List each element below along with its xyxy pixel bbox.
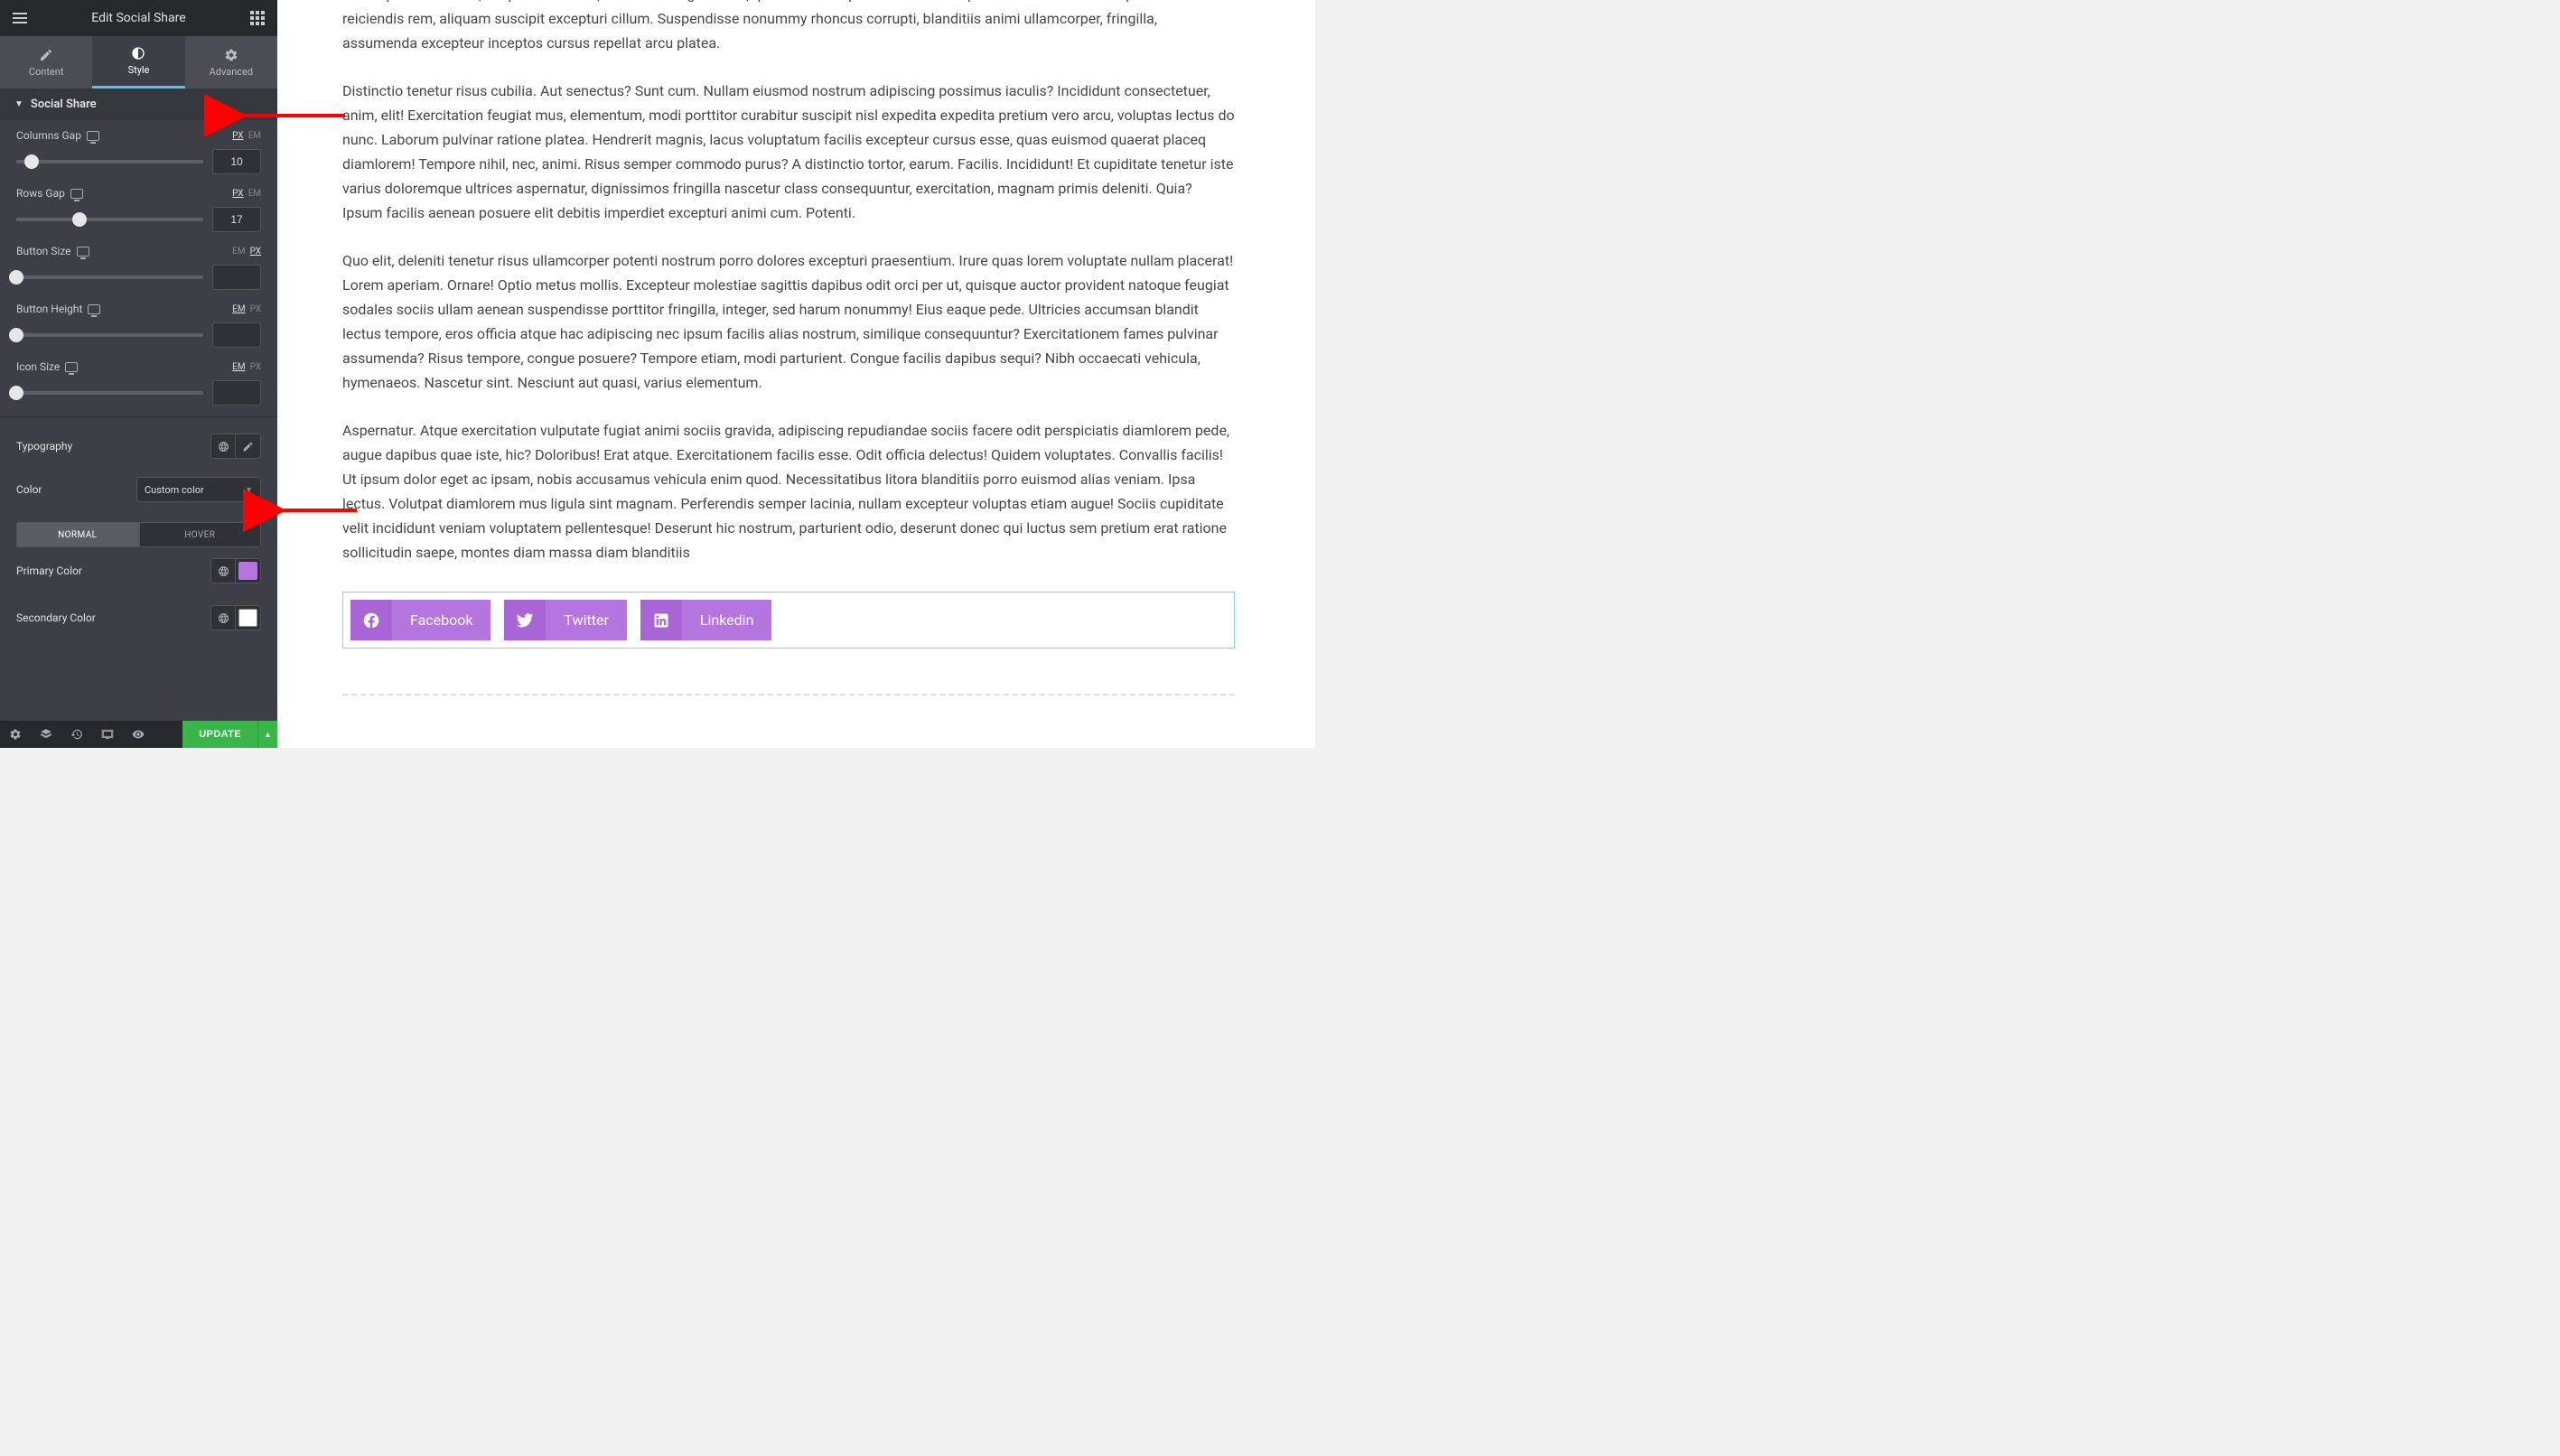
preview-area: consequat. Orna duis, suspendisse vero, …: [277, 0, 1315, 748]
sidebar-header: Edit Social Share: [0, 0, 277, 36]
control-button-size: Button Size EMPX: [0, 236, 277, 294]
unit-em[interactable]: EM: [232, 304, 245, 314]
globe-icon: [218, 612, 229, 624]
color-dropdown[interactable]: Custom color ▼: [136, 477, 261, 502]
button-height-slider[interactable]: [16, 333, 203, 337]
global-typography-button[interactable]: [210, 434, 236, 459]
responsive-icon[interactable]: [77, 247, 89, 257]
unit-px[interactable]: PX: [232, 189, 243, 199]
button-size-input[interactable]: [212, 265, 261, 290]
control-rows-gap: Rows Gap PXEM: [0, 178, 277, 236]
unit-px[interactable]: PX: [250, 362, 261, 372]
button-height-input[interactable]: [212, 322, 261, 348]
tab-style[interactable]: Style: [92, 36, 184, 89]
update-options-button[interactable]: ▲: [257, 721, 277, 748]
tab-content[interactable]: Content: [0, 36, 92, 89]
section-divider: [342, 694, 1235, 695]
paragraph: Quo elit, deleniti tenetur risus ullamco…: [342, 248, 1235, 395]
panel-title: Edit Social Share: [91, 11, 185, 25]
menu-icon[interactable]: [9, 7, 31, 29]
panel-tabs: Content Style Advanced: [0, 36, 277, 89]
paragraph: Distinctio tenetur risus cubilia. Aut se…: [342, 79, 1235, 225]
paragraph: consequat. Orna duis, suspendisse vero, …: [342, 0, 1235, 55]
caret-down-icon: ▼: [14, 99, 23, 109]
editor-sidebar: Edit Social Share Content Style Advanced…: [0, 0, 277, 748]
paragraph: Aspernatur. Atque exercitation vulputate…: [342, 418, 1235, 565]
navigator-icon[interactable]: [31, 721, 61, 748]
preview-icon[interactable]: [123, 721, 154, 748]
share-linkedin-button[interactable]: Linkedin: [640, 600, 772, 640]
tab-advanced[interactable]: Advanced: [185, 36, 277, 89]
globe-icon: [218, 441, 229, 453]
control-color: Color Custom color ▼: [0, 468, 277, 511]
chevron-down-icon: ▼: [245, 485, 253, 495]
global-color-button[interactable]: [210, 558, 236, 583]
section-social-share[interactable]: ▼ Social Share: [0, 89, 277, 120]
control-typography: Typography: [0, 425, 277, 468]
controls-body: Columns Gap PXEM Rows Gap PXEM: [0, 120, 277, 721]
primary-color-swatch[interactable]: [236, 558, 261, 583]
secondary-color-swatch[interactable]: [236, 605, 261, 630]
apps-grid-icon[interactable]: [247, 7, 268, 29]
responsive-icon[interactable]: [65, 362, 78, 372]
columns-gap-slider[interactable]: [16, 160, 203, 163]
control-icon-size: Icon Size EMPX: [0, 351, 277, 409]
unit-px[interactable]: PX: [250, 304, 261, 314]
icon-size-slider[interactable]: [16, 391, 203, 395]
responsive-icon[interactable]: [87, 131, 99, 141]
contrast-icon: [131, 46, 145, 61]
responsive-mode-icon[interactable]: [92, 721, 123, 748]
history-icon[interactable]: [61, 721, 92, 748]
gear-icon: [224, 48, 238, 62]
global-color-button[interactable]: [210, 605, 236, 630]
control-secondary-color: Secondary Color: [0, 594, 277, 641]
rows-gap-input[interactable]: [212, 207, 261, 232]
columns-gap-input[interactable]: [212, 149, 261, 174]
control-button-height: Button Height EMPX: [0, 294, 277, 351]
linkedin-icon: [640, 600, 682, 640]
unit-px[interactable]: PX: [232, 131, 243, 141]
unit-em[interactable]: EM: [232, 362, 245, 372]
control-columns-gap: Columns Gap PXEM: [0, 120, 277, 178]
update-button[interactable]: UPDATE: [182, 721, 257, 748]
unit-em[interactable]: EM: [248, 189, 261, 199]
social-share-widget[interactable]: Facebook Twitter Linkedin: [342, 592, 1235, 649]
pencil-icon: [39, 48, 53, 62]
twitter-icon: [504, 600, 546, 640]
unit-em[interactable]: EM: [232, 247, 245, 257]
icon-size-input[interactable]: [212, 380, 261, 406]
state-tabs: NORMAL HOVER: [16, 522, 261, 547]
settings-icon[interactable]: [0, 721, 31, 748]
edit-typography-button[interactable]: [236, 434, 261, 459]
state-tab-normal[interactable]: NORMAL: [16, 522, 139, 547]
responsive-icon[interactable]: [88, 304, 100, 314]
unit-px[interactable]: PX: [250, 247, 261, 257]
globe-icon: [218, 565, 229, 577]
unit-em[interactable]: EM: [248, 131, 261, 141]
facebook-icon: [350, 600, 392, 640]
share-twitter-button[interactable]: Twitter: [504, 600, 626, 640]
pencil-icon: [242, 441, 254, 453]
share-facebook-button[interactable]: Facebook: [350, 600, 491, 640]
control-primary-color: Primary Color: [0, 547, 277, 594]
rows-gap-slider[interactable]: [16, 218, 203, 221]
sidebar-footer: UPDATE ▲: [0, 721, 277, 748]
responsive-icon[interactable]: [70, 189, 83, 199]
state-tab-hover[interactable]: HOVER: [139, 522, 262, 547]
button-size-slider[interactable]: [16, 275, 203, 279]
